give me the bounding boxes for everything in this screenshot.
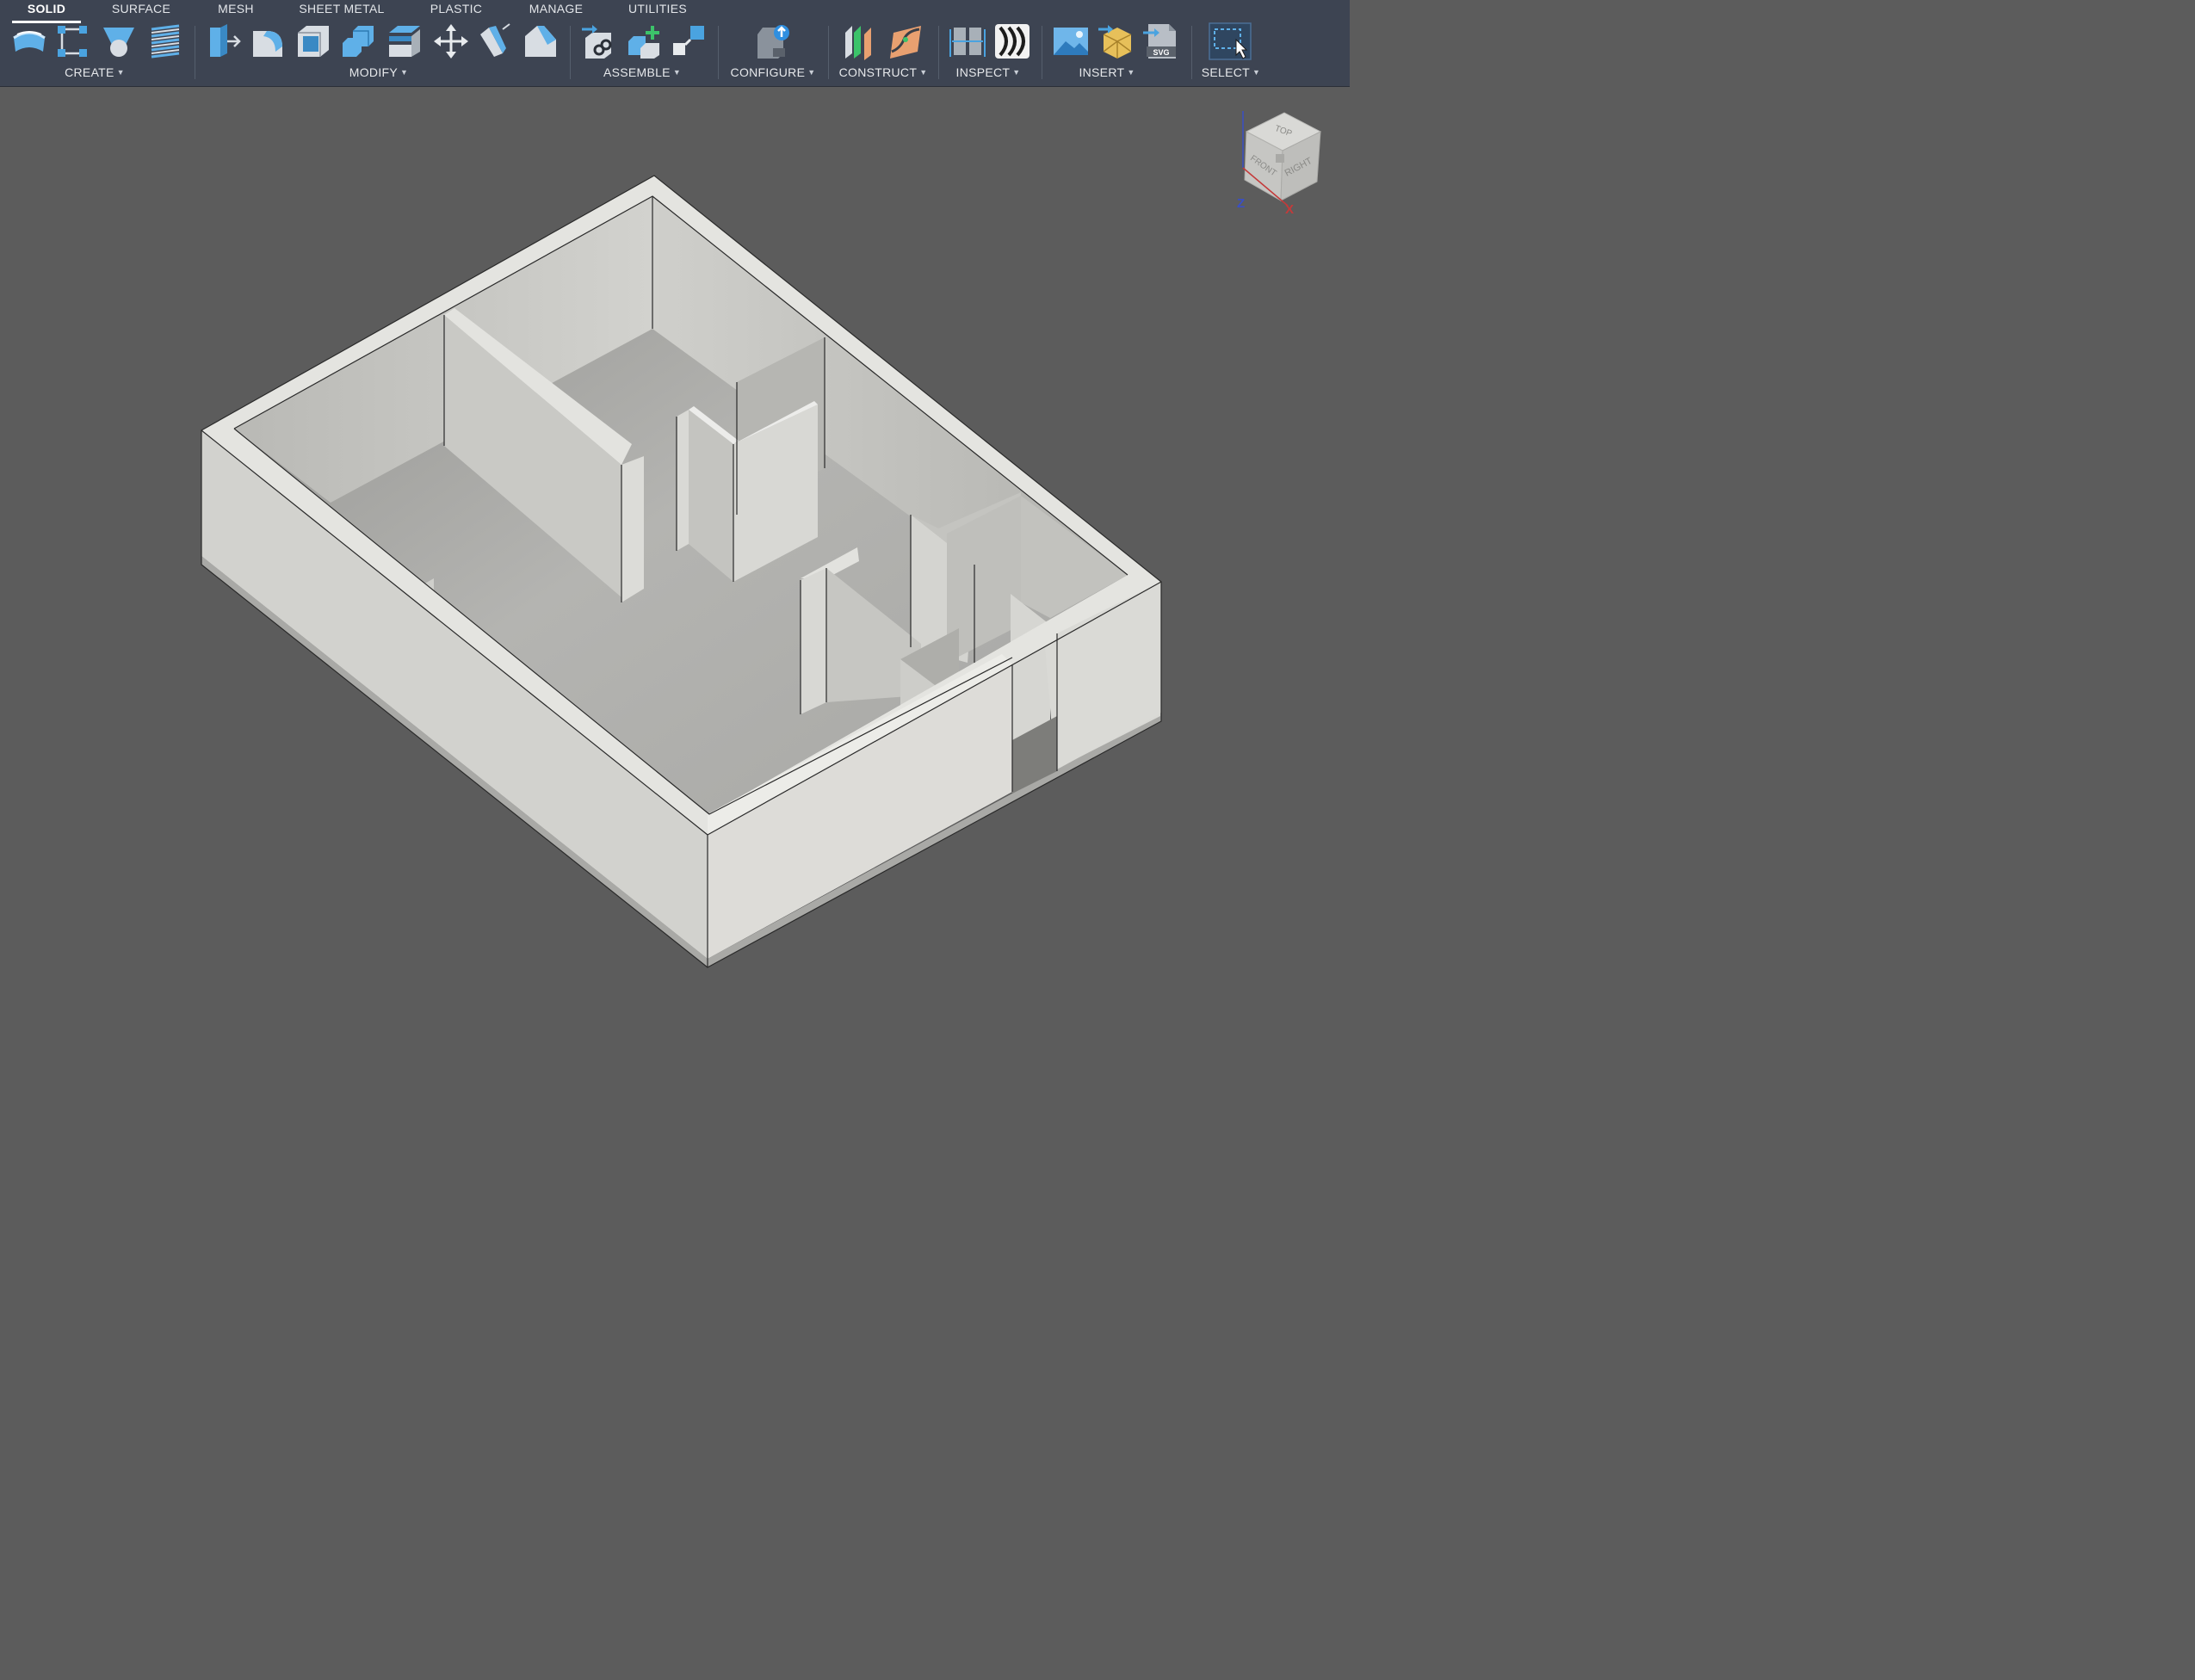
plane-along-path-icon[interactable] bbox=[887, 22, 924, 60]
axis-x-label: X bbox=[1285, 202, 1295, 217]
offset-face-icon[interactable] bbox=[386, 22, 424, 60]
tab-sheet-metal[interactable]: SHEET METAL bbox=[294, 0, 389, 21]
caret-icon: ▼ bbox=[1252, 68, 1261, 77]
caret-icon: ▼ bbox=[807, 68, 816, 77]
insert-svg-icon[interactable]: SVG bbox=[1141, 22, 1179, 60]
divider bbox=[570, 26, 571, 79]
assemble-menu[interactable]: ASSEMBLE ▼ bbox=[590, 64, 694, 81]
tab-solid[interactable]: SOLID bbox=[12, 0, 81, 23]
caret-icon: ▼ bbox=[919, 68, 928, 77]
caret-icon: ▼ bbox=[1127, 68, 1135, 77]
press-pull-icon[interactable] bbox=[205, 22, 243, 60]
toolbar: SOLID SURFACE MESH SHEET METAL PLASTIC M… bbox=[0, 0, 1350, 87]
zebra-analysis-icon[interactable] bbox=[993, 22, 1031, 60]
new-component-icon[interactable] bbox=[10, 22, 48, 60]
construct-label: CONSTRUCT bbox=[838, 65, 918, 79]
window-select-icon[interactable] bbox=[1209, 22, 1252, 60]
tab-utilities[interactable]: UTILITIES bbox=[623, 0, 692, 21]
construct-menu[interactable]: CONSTRUCT ▼ bbox=[832, 64, 935, 81]
extrude-icon[interactable] bbox=[100, 22, 138, 60]
move-copy-icon[interactable] bbox=[432, 22, 470, 60]
insert-mesh-icon[interactable] bbox=[1097, 22, 1135, 60]
caret-icon: ▼ bbox=[1012, 68, 1021, 77]
create-menu[interactable]: CREATE ▼ bbox=[43, 64, 146, 81]
viewcube-corner bbox=[1276, 154, 1284, 163]
svg-badge-label: SVG bbox=[1153, 48, 1169, 57]
draft-icon[interactable] bbox=[477, 22, 515, 60]
view-cube[interactable]: TOP FRONT RIGHT bbox=[1231, 108, 1330, 224]
floor-plan-model[interactable] bbox=[0, 87, 1350, 1033]
workspace-tabs: SOLID SURFACE MESH SHEET METAL PLASTIC M… bbox=[0, 0, 1350, 23]
model-viewport[interactable]: TOP FRONT RIGHT Z X bbox=[0, 87, 1350, 1033]
axis-z-label: Z bbox=[1237, 196, 1246, 211]
insert-label: INSERT bbox=[1079, 65, 1125, 79]
modify-label: MODIFY bbox=[349, 65, 399, 79]
insert-menu[interactable]: INSERT ▼ bbox=[1055, 64, 1159, 81]
insert-canvas-icon[interactable] bbox=[1052, 22, 1090, 60]
as-built-joint-icon[interactable] bbox=[580, 22, 618, 60]
configure-icon[interactable] bbox=[754, 22, 792, 60]
divider bbox=[828, 26, 829, 79]
create-label: CREATE bbox=[65, 65, 114, 79]
shell-icon[interactable] bbox=[294, 22, 332, 60]
joint-icon[interactable] bbox=[670, 22, 708, 60]
bath-wall bbox=[801, 568, 826, 714]
measure-icon[interactable] bbox=[949, 22, 986, 60]
caret-icon: ▼ bbox=[116, 68, 125, 77]
fillet-icon[interactable] bbox=[250, 22, 288, 60]
new-component-plus-icon[interactable] bbox=[625, 22, 663, 60]
divider bbox=[718, 26, 719, 79]
modify-menu[interactable]: MODIFY ▼ bbox=[327, 64, 430, 81]
combine-icon[interactable] bbox=[339, 22, 377, 60]
assemble-label: ASSEMBLE bbox=[603, 65, 671, 79]
select-menu[interactable]: SELECT ▼ bbox=[1179, 64, 1283, 81]
chamfer-icon[interactable] bbox=[522, 22, 560, 60]
configure-menu[interactable]: CONFIGURE ▼ bbox=[721, 64, 825, 81]
create-sketch-icon[interactable] bbox=[53, 22, 91, 60]
inspect-label: INSPECT bbox=[955, 65, 1011, 79]
configure-label: CONFIGURE bbox=[730, 65, 806, 79]
offset-plane-icon[interactable] bbox=[842, 22, 880, 60]
tab-manage[interactable]: MANAGE bbox=[522, 0, 590, 21]
tab-surface[interactable]: SURFACE bbox=[107, 0, 176, 21]
tab-plastic[interactable]: PLASTIC bbox=[422, 0, 491, 21]
small-wall-stub bbox=[677, 410, 689, 551]
tab-mesh[interactable]: MESH bbox=[207, 0, 265, 21]
select-label: SELECT bbox=[1201, 65, 1251, 79]
inspect-menu[interactable]: INSPECT ▼ bbox=[937, 64, 1040, 81]
coil-icon[interactable] bbox=[146, 22, 184, 60]
caret-icon: ▼ bbox=[400, 68, 409, 77]
caret-icon: ▼ bbox=[672, 68, 682, 77]
